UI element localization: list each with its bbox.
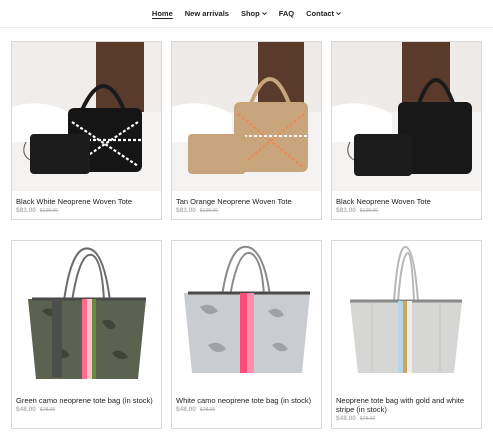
- original-price: $78.00: [199, 407, 216, 413]
- product-prices: $48.00 $78.00: [172, 405, 321, 413]
- product-image[interactable]: [172, 42, 321, 191]
- product-card[interactable]: White camo neoprene tote bag (in stock) …: [171, 240, 322, 429]
- main-nav: Home New arrivals Shop FAQ Contact: [0, 0, 493, 28]
- product-card[interactable]: Neoprene tote bag with gold and white st…: [331, 240, 482, 429]
- sale-price: $83.00: [16, 207, 36, 214]
- product-title[interactable]: Tan Orange Neoprene Woven Tote: [172, 191, 321, 206]
- original-price: $138.00: [199, 208, 218, 214]
- product-image[interactable]: [332, 42, 481, 191]
- product-image[interactable]: [12, 241, 161, 390]
- sale-price: $83.00: [176, 207, 196, 214]
- product-title[interactable]: Black White Neoprene Woven Tote: [12, 191, 161, 206]
- nav-contact-dropdown[interactable]: Contact: [306, 9, 341, 18]
- chevron-down-icon: [336, 12, 341, 16]
- product-prices: $83.00 $138.00: [332, 206, 481, 214]
- sale-price: $48.00: [176, 406, 196, 413]
- sale-price: $48.00: [336, 415, 356, 422]
- sale-price: $48.00: [16, 406, 36, 413]
- product-card[interactable]: Black White Neoprene Woven Tote $83.00 $…: [11, 41, 162, 220]
- product-image[interactable]: [12, 42, 161, 191]
- product-title[interactable]: Black Neoprene Woven Tote: [332, 191, 481, 206]
- original-price: $138.00: [39, 208, 58, 214]
- chevron-down-icon: [261, 12, 267, 16]
- product-prices: $48.00 $78.00: [332, 414, 481, 422]
- original-price: $78.00: [359, 416, 376, 422]
- product-image[interactable]: [172, 241, 321, 390]
- product-title[interactable]: Neoprene tote bag with gold and white st…: [332, 390, 481, 414]
- original-price: $138.00: [359, 208, 378, 214]
- original-price: $78.00: [39, 407, 56, 413]
- product-prices: $83.00 $138.00: [12, 206, 161, 214]
- sale-price: $83.00: [336, 207, 356, 214]
- product-card[interactable]: Green camo neoprene tote bag (in stock) …: [11, 240, 162, 429]
- nav-new-arrivals-link[interactable]: New arrivals: [185, 9, 229, 18]
- nav-home-link[interactable]: Home: [152, 9, 173, 18]
- product-card[interactable]: Black Neoprene Woven Tote $83.00 $138.00: [331, 41, 482, 220]
- nav-faq-link[interactable]: FAQ: [279, 9, 294, 18]
- nav-shop-dropdown[interactable]: Shop: [241, 9, 267, 18]
- product-title[interactable]: White camo neoprene tote bag (in stock): [172, 390, 321, 405]
- product-title[interactable]: Green camo neoprene tote bag (in stock): [12, 390, 161, 405]
- product-image[interactable]: [332, 241, 481, 390]
- product-card[interactable]: Tan Orange Neoprene Woven Tote $83.00 $1…: [171, 41, 322, 220]
- product-prices: $48.00 $78.00: [12, 405, 161, 413]
- product-prices: $83.00 $138.00: [172, 206, 321, 214]
